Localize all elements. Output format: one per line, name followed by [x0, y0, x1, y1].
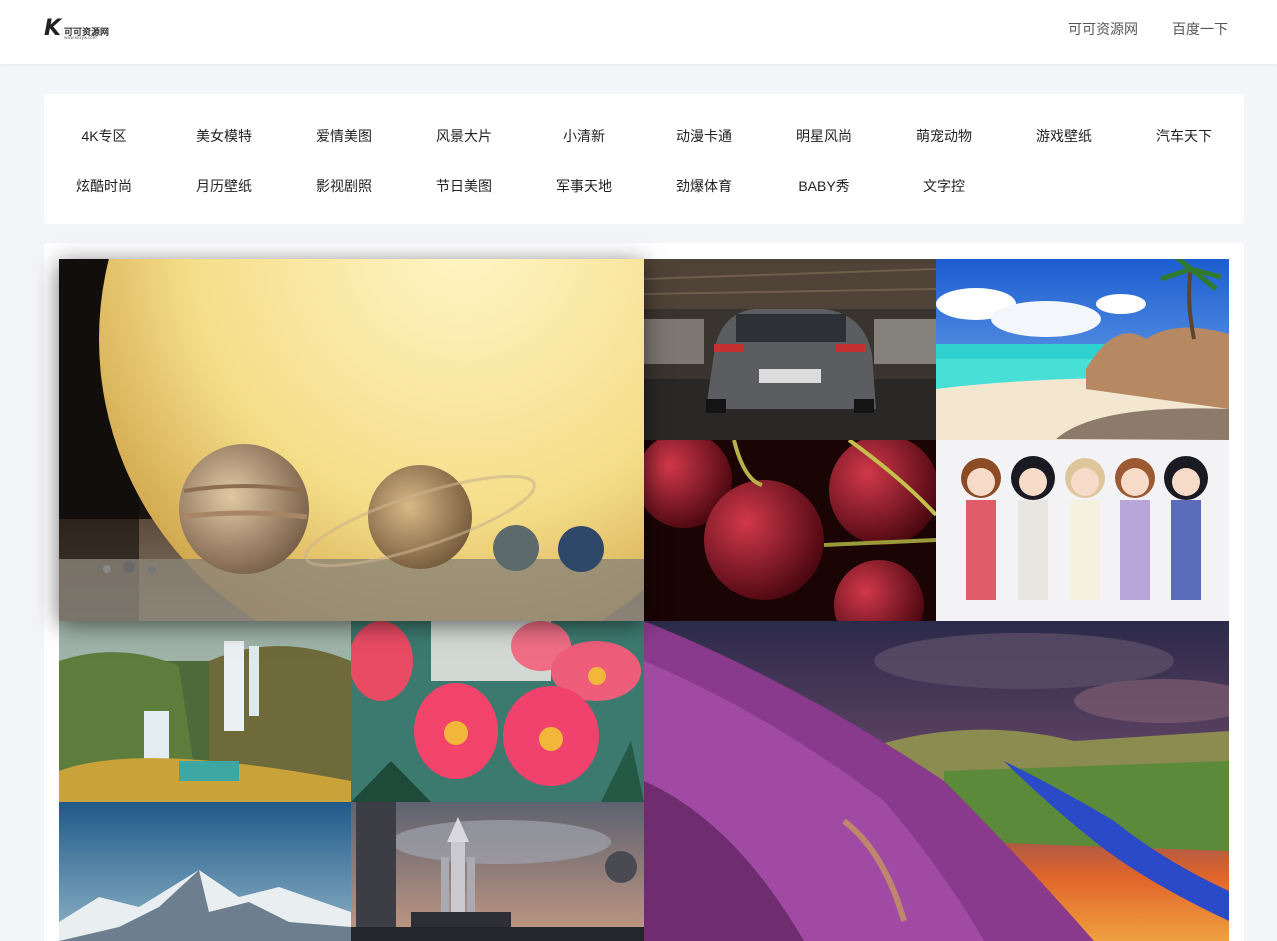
category-link[interactable]: 节日美图	[404, 176, 524, 196]
sports-car-image	[644, 259, 936, 440]
category-link[interactable]: 劲爆体育	[644, 176, 764, 196]
category-link[interactable]: BABY秀	[764, 176, 884, 196]
space-shuttle-wallpaper[interactable]	[351, 802, 644, 941]
beach-wallpaper[interactable]	[936, 259, 1229, 440]
cherries-wallpaper[interactable]	[644, 440, 936, 621]
nav-link-home[interactable]: 可可资源网	[1068, 19, 1138, 39]
category-panel: 4K专区 美女模特 爱情美图 风景大片 小清新 动漫卡通 明星风尚 萌宠动物 游…	[44, 94, 1244, 224]
site-logo[interactable]: K 可可资源网 www.kkzyw.com	[44, 18, 116, 42]
anime-girls-image	[936, 440, 1229, 621]
heather-hillside-image	[644, 621, 1229, 941]
category-link[interactable]: 明星风尚	[764, 126, 884, 146]
camellia-image	[351, 621, 644, 802]
category-link[interactable]: 小清新	[524, 126, 644, 146]
category-link[interactable]: 军事天地	[524, 176, 644, 196]
category-link[interactable]: 萌宠动物	[884, 126, 1004, 146]
nav-link-baidu[interactable]: 百度一下	[1172, 19, 1228, 39]
category-link[interactable]: 爱情美图	[284, 126, 404, 146]
category-link[interactable]: 动漫卡通	[644, 126, 764, 146]
beach-image	[936, 259, 1229, 440]
camellia-flowers-wallpaper[interactable]	[351, 621, 644, 802]
category-link[interactable]: 风景大片	[404, 126, 524, 146]
snowy-mountains-image	[59, 802, 351, 941]
sports-car-wallpaper[interactable]	[644, 259, 936, 440]
planets-wallpaper[interactable]	[59, 259, 644, 621]
waterfall-image	[59, 621, 351, 802]
cherries-image	[644, 440, 936, 621]
category-link[interactable]: 游戏壁纸	[1004, 126, 1124, 146]
anime-girls-wallpaper[interactable]	[936, 440, 1229, 621]
category-link[interactable]: 文字控	[884, 176, 1004, 196]
category-link[interactable]: 美女模特	[164, 126, 284, 146]
top-bar: K 可可资源网 www.kkzyw.com 可可资源网 百度一下	[0, 0, 1277, 64]
heather-hillside-wallpaper[interactable]	[644, 621, 1229, 941]
category-link[interactable]: 影视剧照	[284, 176, 404, 196]
wallpaper-gallery	[44, 243, 1244, 941]
logo-letter: K	[44, 16, 62, 41]
category-link[interactable]: 4K专区	[44, 126, 164, 146]
snowy-mountains-wallpaper[interactable]	[59, 802, 351, 941]
category-link[interactable]: 汽车天下	[1124, 126, 1244, 146]
space-shuttle-image	[351, 802, 644, 941]
category-link[interactable]: 月历壁纸	[164, 176, 284, 196]
planets-image	[59, 259, 644, 621]
category-link[interactable]: 炫酷时尚	[44, 176, 164, 196]
logo-url: www.kkzyw.com	[64, 35, 97, 40]
waterfall-wallpaper[interactable]	[59, 621, 351, 802]
